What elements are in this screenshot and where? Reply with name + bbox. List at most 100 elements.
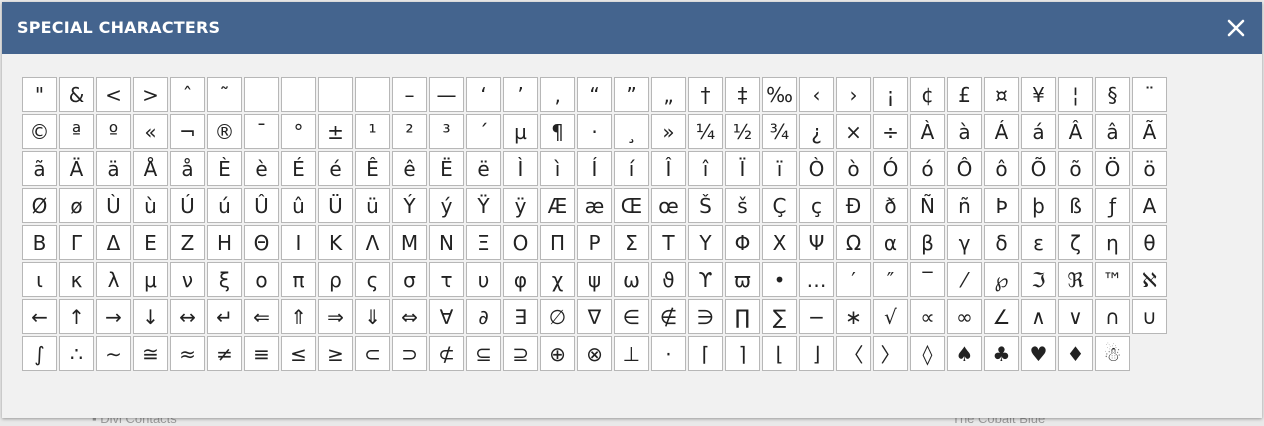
- character-button[interactable]: Χ: [762, 225, 797, 260]
- character-button[interactable]: ç: [799, 188, 834, 223]
- character-button[interactable]: â: [1095, 114, 1130, 149]
- character-button[interactable]: Ο: [503, 225, 538, 260]
- character-button[interactable]: ⊇: [503, 336, 538, 371]
- character-button[interactable]: æ: [577, 188, 612, 223]
- character-button[interactable]: 〈: [836, 336, 871, 371]
- character-button[interactable]: Ζ: [170, 225, 205, 260]
- character-button[interactable]: Α: [1132, 188, 1167, 223]
- character-button[interactable]: Ô: [947, 151, 982, 186]
- character-button[interactable]: χ: [540, 262, 575, 297]
- character-button[interactable]: ü: [355, 188, 390, 223]
- character-button[interactable]: Κ: [318, 225, 353, 260]
- character-button[interactable]: ∼: [96, 336, 131, 371]
- character-button[interactable]: µ: [503, 114, 538, 149]
- character-button[interactable]: …: [799, 262, 834, 297]
- character-button[interactable]: š: [725, 188, 760, 223]
- character-button[interactable]: Æ: [540, 188, 575, 223]
- character-button[interactable]: ø: [59, 188, 94, 223]
- character-button[interactable]: ι: [22, 262, 57, 297]
- character-button[interactable]: λ: [96, 262, 131, 297]
- character-button[interactable]: ¨: [1132, 77, 1167, 112]
- character-button[interactable]: ’: [503, 77, 538, 112]
- character-button[interactable]: ∗: [836, 299, 871, 334]
- character-button[interactable]: ¡: [873, 77, 908, 112]
- character-button[interactable]: ‡: [725, 77, 760, 112]
- character-button[interactable]: ϑ: [651, 262, 686, 297]
- character-button[interactable]: ″: [873, 262, 908, 297]
- character-button[interactable]: ρ: [318, 262, 353, 297]
- character-button[interactable]: Π: [540, 225, 575, 260]
- character-button[interactable]: ‘: [466, 77, 501, 112]
- character-button[interactable]: φ: [503, 262, 538, 297]
- character-button[interactable]: ⌈: [688, 336, 723, 371]
- character-button[interactable]: ⌊: [762, 336, 797, 371]
- character-button[interactable]: ↑: [59, 299, 94, 334]
- character-button[interactable]: ·: [577, 114, 612, 149]
- character-button[interactable]: ≠: [207, 336, 242, 371]
- character-button[interactable]: Β: [22, 225, 57, 260]
- character-button[interactable]: ∞: [947, 299, 982, 334]
- character-button[interactable]: ô: [984, 151, 1019, 186]
- character-button[interactable]: ¥: [1021, 77, 1056, 112]
- character-button[interactable]: ☃: [1095, 336, 1130, 371]
- character-button[interactable]: å: [170, 151, 205, 186]
- character-button[interactable]: ú: [207, 188, 242, 223]
- character-button[interactable]: Ö: [1095, 151, 1130, 186]
- character-button[interactable]: ξ: [207, 262, 242, 297]
- close-button[interactable]: [1224, 16, 1248, 40]
- character-button[interactable]: ο: [244, 262, 279, 297]
- character-button[interactable]: Ò: [799, 151, 834, 186]
- character-button[interactable]: à: [947, 114, 982, 149]
- character-button[interactable]: ℘: [984, 262, 1019, 297]
- character-button[interactable]: Η: [207, 225, 242, 260]
- character-button[interactable]: ↵: [207, 299, 242, 334]
- character-button[interactable]: Μ: [392, 225, 427, 260]
- character-button[interactable]: ∨: [1058, 299, 1093, 334]
- character-button[interactable]: ý: [429, 188, 464, 223]
- character-button[interactable]: –: [392, 77, 427, 112]
- character-button[interactable]: º: [96, 114, 131, 149]
- character-button[interactable]: Û: [244, 188, 279, 223]
- character-button[interactable]: Ý: [392, 188, 427, 223]
- character-button[interactable]: õ: [1058, 151, 1093, 186]
- character-button[interactable]: á: [1021, 114, 1056, 149]
- character-button[interactable]: ⌉: [725, 336, 760, 371]
- character-button[interactable]: ≡: [244, 336, 279, 371]
- character-button[interactable]: >: [133, 77, 168, 112]
- character-button[interactable]: Ä: [59, 151, 94, 186]
- character-button[interactable]: ö: [1132, 151, 1167, 186]
- character-button[interactable]: [318, 77, 353, 112]
- character-button[interactable]: ′: [836, 262, 871, 297]
- character-button[interactable]: †: [688, 77, 723, 112]
- character-button[interactable]: È: [207, 151, 242, 186]
- character-button[interactable]: 〉: [873, 336, 908, 371]
- character-button[interactable]: »: [651, 114, 686, 149]
- character-button[interactable]: ℵ: [1132, 262, 1167, 297]
- character-button[interactable]: ã: [22, 151, 57, 186]
- character-button[interactable]: ñ: [947, 188, 982, 223]
- character-button[interactable]: ƒ: [1095, 188, 1130, 223]
- character-button[interactable]: &: [59, 77, 94, 112]
- character-button[interactable]: ›: [836, 77, 871, 112]
- character-button[interactable]: Ù: [96, 188, 131, 223]
- character-button[interactable]: Ê: [355, 151, 390, 186]
- character-button[interactable]: ϖ: [725, 262, 760, 297]
- character-button[interactable]: ¹: [355, 114, 390, 149]
- character-button[interactable]: Ó: [873, 151, 908, 186]
- character-button[interactable]: ⌋: [799, 336, 834, 371]
- character-button[interactable]: •: [762, 262, 797, 297]
- character-button[interactable]: Õ: [1021, 151, 1056, 186]
- character-button[interactable]: ≅: [133, 336, 168, 371]
- character-button[interactable]: [355, 77, 390, 112]
- character-button[interactable]: ë: [466, 151, 501, 186]
- character-button[interactable]: ∅: [540, 299, 575, 334]
- character-button[interactable]: ×: [836, 114, 871, 149]
- character-button[interactable]: ⇒: [318, 299, 353, 334]
- character-button[interactable]: ⊥: [614, 336, 649, 371]
- character-button[interactable]: Λ: [355, 225, 390, 260]
- character-button[interactable]: α: [873, 225, 908, 260]
- character-button[interactable]: μ: [133, 262, 168, 297]
- character-button[interactable]: ∴: [59, 336, 94, 371]
- character-button[interactable]: θ: [1132, 225, 1167, 260]
- character-button[interactable]: ς: [355, 262, 390, 297]
